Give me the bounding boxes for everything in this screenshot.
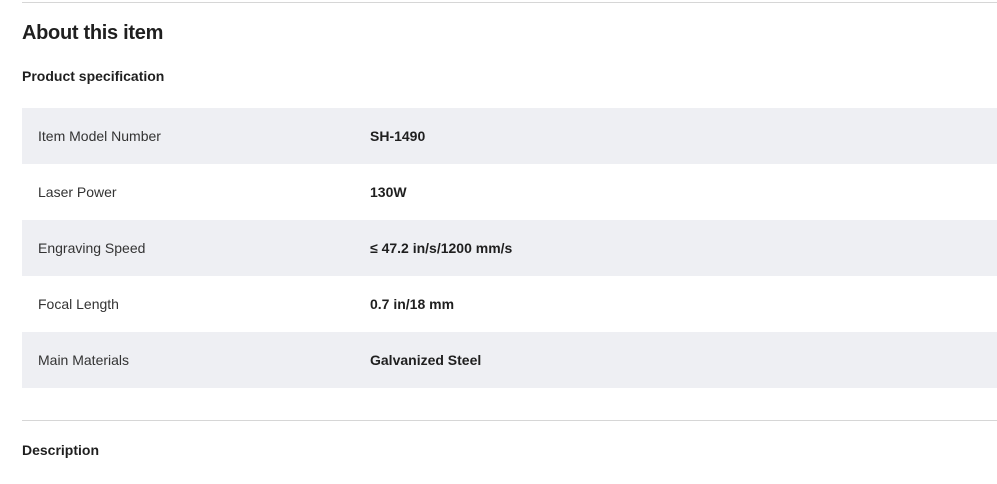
spec-value: SH-1490 [370,128,426,144]
spec-label: Focal Length [38,296,119,312]
spec-row-focal-length: Focal Length 0.7 in/18 mm [22,276,997,332]
spec-row-laser-power: Laser Power 130W [22,164,997,220]
spec-row-engraving-speed: Engraving Speed ≤ 47.2 in/s/1200 mm/s [22,220,997,276]
spec-value: ≤ 47.2 in/s/1200 mm/s [370,240,513,256]
spec-label: Item Model Number [38,128,161,144]
spec-value: Galvanized Steel [370,352,482,368]
spec-label: Main Materials [38,352,130,368]
spec-table: Item Model Number SH-1490 Laser Power 13… [22,108,997,388]
about-item-panel: About this item Product specification It… [0,0,997,484]
spec-row-main-materials: Main Materials Galvanized Steel [22,332,997,388]
top-divider [22,2,997,3]
description-heading: Description [22,442,100,458]
spec-value: 0.7 in/18 mm [370,296,455,312]
spec-value: 130W [370,184,407,200]
spec-row-model-number: Item Model Number SH-1490 [22,108,997,164]
spec-label: Laser Power [38,184,117,200]
section-divider [22,420,997,421]
spec-label: Engraving Speed [38,240,146,256]
section-title: About this item [22,22,164,44]
spec-heading: Product specification [22,68,165,84]
